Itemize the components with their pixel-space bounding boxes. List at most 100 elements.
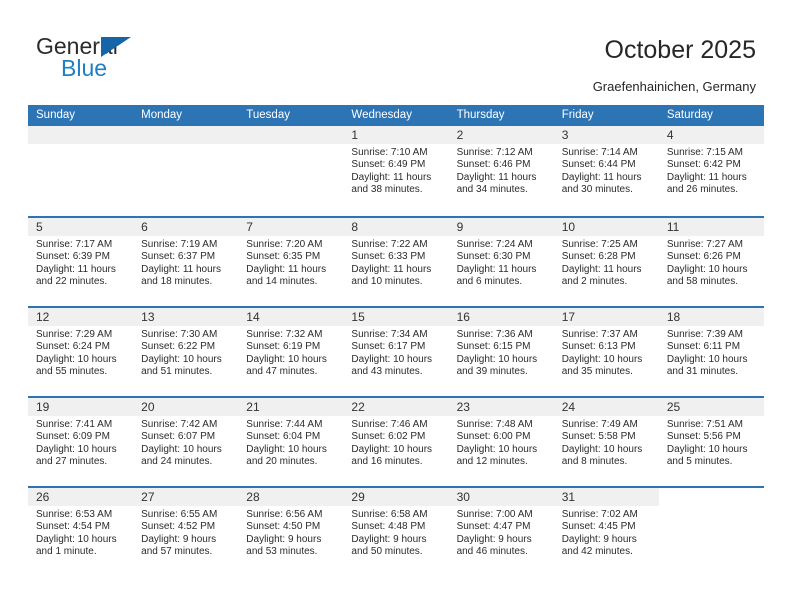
- sunrise-text: Sunrise: 7:20 AM: [246, 239, 323, 250]
- daylight-text: and 5 minutes.: [666, 456, 733, 468]
- daylight-text: Daylight: 10 hours: [561, 353, 643, 365]
- daylight-text: and 30 minutes.: [561, 184, 633, 196]
- calendar-day-cell[interactable]: 27 Sunrise: 6:55 AM Sunset: 4:52 PM Dayligh…: [133, 488, 239, 576]
- daylight-text: and 38 minutes.: [351, 184, 423, 196]
- day-sun-info: Sunrise: 7:15 AM Sunset: 6:42 PM Daylight:…: [659, 144, 764, 197]
- daylight-text: Daylight: 11 hours: [666, 171, 747, 183]
- calendar-day-cell[interactable]: 20 Sunrise: 7:42 AM Sunset: 6:07 PM Dayligh…: [133, 398, 239, 486]
- calendar-day-cell[interactable]: 7 Sunrise: 7:20 AM Sunset: 6:35 PM Daylight…: [238, 218, 344, 306]
- sunset-text: Sunset: 6:44 PM: [561, 159, 636, 171]
- daylight-text: Daylight: 10 hours: [246, 443, 327, 455]
- daylight-text: Daylight: 11 hours: [561, 171, 642, 183]
- daylight-text: and 22 minutes.: [36, 276, 108, 288]
- calendar-day-cell[interactable]: 17 Sunrise: 7:37 AM Sunset: 6:13 PM Dayligh…: [553, 308, 659, 396]
- calendar-day-cell[interactable]: 18 Sunrise: 7:39 AM Sunset: 6:11 PM Dayligh…: [658, 308, 764, 396]
- sunrise-text: Sunrise: 6:56 AM: [246, 509, 323, 520]
- day-sun-info: Sunrise: 7:48 AM Sunset: 6:00 PM Daylight:…: [449, 416, 554, 469]
- daylight-text: and 57 minutes.: [141, 546, 213, 558]
- day-sun-info: Sunrise: 7:12 AM Sunset: 6:46 PM Daylight:…: [449, 144, 554, 197]
- daylight-text: and 51 minutes.: [141, 366, 213, 378]
- day-number: 22: [343, 398, 449, 416]
- calendar-day-cell[interactable]: 21 Sunrise: 7:44 AM Sunset: 6:04 PM Dayligh…: [238, 398, 344, 486]
- sunset-text: Sunset: 4:45 PM: [561, 521, 636, 533]
- day-number: 10: [553, 218, 659, 236]
- calendar-day-cell[interactable]: 1 Sunrise: 7:10 AM Sunset: 6:49 PM Daylight…: [343, 126, 449, 216]
- sunrise-text: Sunrise: 7:36 AM: [456, 329, 533, 340]
- calendar-day-cell[interactable]: 8 Sunrise: 7:22 AM Sunset: 6:33 PM Daylight…: [343, 218, 449, 306]
- day-sun-info: Sunrise: 7:24 AM Sunset: 6:30 PM Daylight:…: [449, 236, 554, 289]
- calendar-day-cell[interactable]: 2 Sunrise: 7:12 AM Sunset: 6:46 PM Daylight…: [448, 126, 554, 216]
- weekday-header-friday: Friday: [561, 109, 594, 121]
- calendar-day-cell[interactable]: 23 Sunrise: 7:48 AM Sunset: 6:00 PM Dayligh…: [448, 398, 554, 486]
- weekday-header-tuesday: Tuesday: [246, 109, 290, 121]
- sunset-text: Sunset: 6:15 PM: [456, 341, 531, 353]
- sunset-text: Sunset: 6:35 PM: [246, 251, 321, 263]
- daylight-text: Daylight: 10 hours: [351, 443, 433, 455]
- daylight-text: Daylight: 11 hours: [36, 263, 116, 275]
- calendar-day-cell[interactable]: 5 Sunrise: 7:17 AM Sunset: 6:39 PM Daylight…: [28, 218, 134, 306]
- calendar-week-row: 12 Sunrise: 7:29 AM Sunset: 6:24 PM Dayligh…: [28, 306, 764, 396]
- daylight-text: Daylight: 10 hours: [36, 533, 117, 545]
- sunrise-text: Sunrise: 7:14 AM: [561, 147, 638, 158]
- day-number: 25: [658, 398, 764, 416]
- calendar-day-cell[interactable]: 11 Sunrise: 7:27 AM Sunset: 6:26 PM Dayligh…: [658, 218, 764, 306]
- daylight-text: and 50 minutes.: [351, 546, 423, 558]
- daylight-text: Daylight: 9 hours: [246, 533, 322, 545]
- daylight-text: and 31 minutes.: [666, 366, 739, 378]
- sunset-text: Sunset: 6:28 PM: [561, 251, 636, 263]
- calendar-week-row: 26 Sunrise: 6:53 AM Sunset: 4:54 PM Dayligh…: [28, 486, 764, 576]
- daylight-text: Daylight: 10 hours: [561, 443, 643, 455]
- weekday-header-row: Sunday Monday Tuesday Wednesday Thursday Frid…: [28, 105, 764, 126]
- day-number: 14: [238, 308, 344, 326]
- day-sun-info: Sunrise: 7:30 AM Sunset: 6:22 PM Daylight:…: [133, 326, 238, 379]
- calendar-day-cell[interactable]: 6 Sunrise: 7:19 AM Sunset: 6:37 PM Daylight…: [133, 218, 239, 306]
- sunrise-text: Sunrise: 7:02 AM: [561, 509, 638, 520]
- day-sun-info: Sunrise: 7:17 AM Sunset: 6:39 PM Daylight:…: [28, 236, 133, 289]
- daylight-text: Daylight: 9 hours: [351, 533, 427, 545]
- calendar-day-cell[interactable]: 30 Sunrise: 7:00 AM Sunset: 4:47 PM Dayligh…: [448, 488, 554, 576]
- calendar-day-cell[interactable]: 24 Sunrise: 7:49 AM Sunset: 5:58 PM Dayligh…: [553, 398, 659, 486]
- sunset-text: Sunset: 6:19 PM: [246, 341, 321, 353]
- general-blue-logo[interactable]: General Blue: [36, 33, 216, 83]
- day-sun-info: Sunrise: 7:34 AM Sunset: 6:17 PM Daylight:…: [343, 326, 448, 379]
- daylight-text: and 6 minutes.: [456, 276, 523, 288]
- calendar-day-cell[interactable]: 3 Sunrise: 7:14 AM Sunset: 6:44 PM Daylight…: [553, 126, 659, 216]
- day-number: [133, 126, 239, 144]
- day-number: 31: [553, 488, 659, 506]
- calendar-day-cell[interactable]: 13 Sunrise: 7:30 AM Sunset: 6:22 PM Dayligh…: [133, 308, 239, 396]
- daylight-text: Daylight: 9 hours: [141, 533, 217, 545]
- daylight-text: Daylight: 10 hours: [666, 263, 748, 275]
- calendar-weeks: 1 Sunrise: 7:10 AM Sunset: 6:49 PM Daylight…: [28, 126, 764, 576]
- calendar-day-cell[interactable]: 4 Sunrise: 7:15 AM Sunset: 6:42 PM Daylight…: [658, 126, 764, 216]
- calendar-day-cell[interactable]: 29 Sunrise: 6:58 AM Sunset: 4:48 PM Dayligh…: [343, 488, 449, 576]
- day-sun-info: Sunrise: 7:49 AM Sunset: 5:58 PM Daylight:…: [554, 416, 659, 469]
- calendar-day-cell[interactable]: 26 Sunrise: 6:53 AM Sunset: 4:54 PM Dayligh…: [28, 488, 134, 576]
- sunrise-text: Sunrise: 7:00 AM: [456, 509, 533, 520]
- calendar-day-cell[interactable]: 14 Sunrise: 7:32 AM Sunset: 6:19 PM Dayligh…: [238, 308, 344, 396]
- day-number: 4: [658, 126, 764, 144]
- day-sun-info: Sunrise: 7:14 AM Sunset: 6:44 PM Daylight:…: [554, 144, 659, 197]
- calendar-day-cell[interactable]: 12 Sunrise: 7:29 AM Sunset: 6:24 PM Dayligh…: [28, 308, 134, 396]
- calendar-day-cell[interactable]: 22 Sunrise: 7:46 AM Sunset: 6:02 PM Dayligh…: [343, 398, 449, 486]
- calendar-day-cell[interactable]: 31 Sunrise: 7:02 AM Sunset: 4:45 PM Dayligh…: [553, 488, 659, 576]
- day-number: 15: [343, 308, 449, 326]
- daylight-text: Daylight: 11 hours: [456, 263, 537, 275]
- sunset-text: Sunset: 4:48 PM: [351, 521, 426, 533]
- weekday-header-saturday: Saturday: [666, 109, 713, 121]
- day-number: 17: [553, 308, 659, 326]
- calendar-day-cell[interactable]: 10 Sunrise: 7:25 AM Sunset: 6:28 PM Dayligh…: [553, 218, 659, 306]
- sunrise-text: Sunrise: 6:55 AM: [141, 509, 218, 520]
- calendar-day-cell[interactable]: 19 Sunrise: 7:41 AM Sunset: 6:09 PM Dayligh…: [28, 398, 134, 486]
- daylight-text: Daylight: 10 hours: [351, 353, 433, 365]
- day-sun-info: Sunrise: 6:58 AM Sunset: 4:48 PM Daylight:…: [343, 506, 448, 559]
- calendar-day-cell[interactable]: 28 Sunrise: 6:56 AM Sunset: 4:50 PM Dayligh…: [238, 488, 344, 576]
- calendar-day-cell[interactable]: 9 Sunrise: 7:24 AM Sunset: 6:30 PM Daylight…: [448, 218, 554, 306]
- calendar-day-cell[interactable]: 15 Sunrise: 7:34 AM Sunset: 6:17 PM Dayligh…: [343, 308, 449, 396]
- calendar-day-cell[interactable]: 25 Sunrise: 7:51 AM Sunset: 5:56 PM Dayligh…: [658, 398, 764, 486]
- sunset-text: Sunset: 4:54 PM: [36, 521, 110, 533]
- daylight-text: and 24 minutes.: [141, 456, 213, 468]
- calendar-day-cell[interactable]: 16 Sunrise: 7:36 AM Sunset: 6:15 PM Dayligh…: [448, 308, 554, 396]
- sunrise-text: Sunrise: 7:44 AM: [246, 419, 323, 430]
- calendar-page: General Blue October 2025 Graefenhainich…: [0, 0, 792, 612]
- day-sun-info: Sunrise: 7:25 AM Sunset: 6:28 PM Daylight:…: [554, 236, 659, 289]
